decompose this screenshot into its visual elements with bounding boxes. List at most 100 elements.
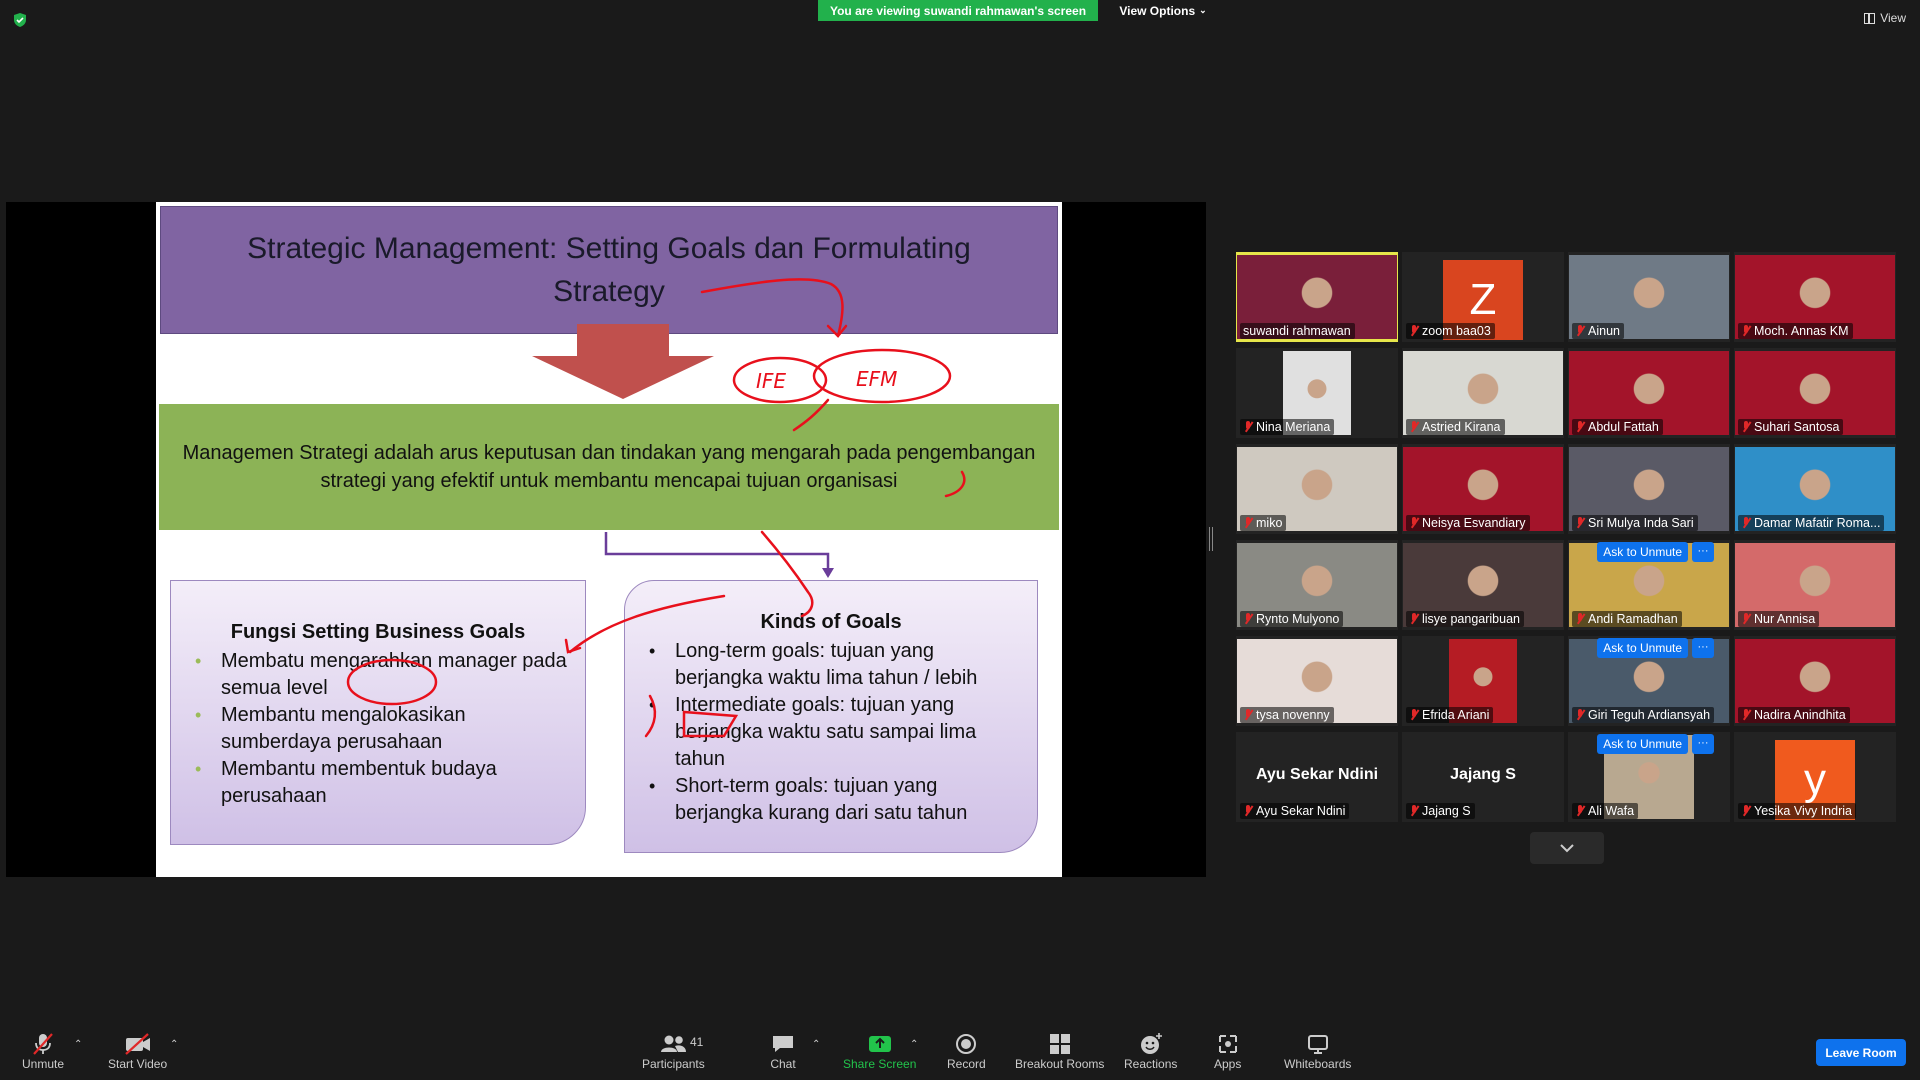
participant-tile[interactable]: y Yesika Vivy Indria	[1734, 732, 1896, 822]
whiteboards-button[interactable]: Whiteboards	[1284, 1031, 1351, 1071]
ask-to-unmute-button[interactable]: Ask to Unmute	[1597, 542, 1688, 562]
audio-options-caret[interactable]: ⌃	[74, 1039, 82, 1050]
mic-muted-icon	[1575, 709, 1585, 721]
participant-tile[interactable]: Ainun	[1568, 252, 1730, 342]
chat-options-caret[interactable]: ⌃	[812, 1039, 820, 1050]
mic-muted-icon	[1243, 613, 1253, 625]
participant-tile[interactable]: Neisya Esvandiary	[1402, 444, 1564, 534]
participant-name: Neisya Esvandiary	[1422, 516, 1526, 530]
participant-name-label: lisye pangaribuan	[1406, 611, 1524, 627]
participant-tile[interactable]: Astried Kirana	[1402, 348, 1564, 438]
more-options-icon[interactable]: ···	[1692, 542, 1714, 562]
breakout-rooms-label: Breakout Rooms	[1015, 1057, 1105, 1071]
participant-name: Rynto Mulyono	[1256, 612, 1340, 626]
participant-tile[interactable]: Abdul Fattah	[1568, 348, 1730, 438]
participant-name: suwandi rahmawan	[1243, 324, 1351, 338]
ask-to-unmute-button[interactable]: Ask to Unmute	[1597, 638, 1688, 658]
participant-name-label: miko	[1240, 515, 1287, 531]
video-options-caret[interactable]: ⌃	[170, 1039, 178, 1050]
breakout-rooms-button[interactable]: Breakout Rooms	[1015, 1031, 1104, 1071]
mic-muted-icon	[1741, 613, 1751, 625]
view-button[interactable]: View	[1864, 11, 1906, 25]
participant-name: Abdul Fattah	[1588, 420, 1659, 434]
mic-muted-icon	[1575, 613, 1585, 625]
more-options-icon[interactable]: ···	[1692, 638, 1714, 658]
mic-muted-icon	[1741, 421, 1751, 433]
record-button[interactable]: Record	[947, 1031, 986, 1071]
video-off-icon	[123, 1031, 153, 1057]
participant-name: zoom baa03	[1422, 324, 1491, 338]
start-video-label: Start Video	[108, 1057, 168, 1071]
participant-name-label: Ayu Sekar Ndini	[1240, 803, 1350, 819]
mic-muted-icon	[1243, 517, 1253, 529]
share-screen-label: Share Screen	[843, 1057, 917, 1071]
participant-name: tysa novenny	[1256, 708, 1330, 722]
goal-functions-list: Membatu mengarahkan manager pada semua l…	[195, 648, 585, 810]
participant-name-label: Abdul Fattah	[1572, 419, 1663, 435]
share-options-caret[interactable]: ⌃	[910, 1039, 918, 1050]
participant-name: Ali Wafa	[1588, 804, 1635, 818]
share-screen-icon	[867, 1031, 893, 1057]
participant-display-name: Jajang S	[1450, 766, 1516, 783]
ask-to-unmute-button[interactable]: Ask to Unmute	[1597, 734, 1688, 754]
participant-tile[interactable]: Ask to Unmute ··· Giri Teguh Ardiansyah	[1568, 636, 1730, 726]
participant-tile[interactable]: Nur Annisa	[1734, 540, 1896, 630]
list-item: Membatu mengarahkan manager pada semua l…	[195, 648, 571, 702]
mic-muted-icon	[1409, 805, 1419, 817]
goal-functions-box: Fungsi Setting Business Goals Membatu me…	[170, 580, 586, 845]
participant-name-label: zoom baa03	[1406, 323, 1495, 339]
participant-name: Ayu Sekar Ndini	[1256, 804, 1346, 818]
kinds-of-goals-heading: Kinds of Goals	[760, 611, 902, 633]
participant-name-label: Suhari Santosa	[1738, 419, 1844, 435]
apps-button[interactable]: Apps	[1214, 1031, 1241, 1071]
participant-name: Ainun	[1588, 324, 1620, 338]
participant-tile[interactable]: Nina Meriana	[1236, 348, 1398, 438]
participant-tile[interactable]: Suhari Santosa	[1734, 348, 1896, 438]
participant-name-label: tysa novenny	[1240, 707, 1334, 723]
share-screen-button[interactable]: Share Screen	[843, 1031, 916, 1071]
participant-tile[interactable]: lisye pangaribuan	[1402, 540, 1564, 630]
mic-muted-icon	[1575, 517, 1585, 529]
participant-tile[interactable]: Damar Mafatir Roma...	[1734, 444, 1896, 534]
mic-muted-icon	[1575, 421, 1585, 433]
participant-tile[interactable]: Rynto Mulyono	[1236, 540, 1398, 630]
unmute-button[interactable]: Unmute	[22, 1031, 64, 1071]
participant-tile[interactable]: miko	[1236, 444, 1398, 534]
participant-tile[interactable]: Sri Mulya Inda Sari	[1568, 444, 1730, 534]
participant-tile[interactable]: suwandi rahmawan	[1236, 252, 1398, 342]
start-video-button[interactable]: Start Video	[108, 1031, 167, 1071]
participant-tile[interactable]: Ask to Unmute ··· Ali Wafa	[1568, 732, 1730, 822]
participant-tile[interactable]: Zzoom baa03	[1402, 252, 1564, 342]
mic-muted-icon	[1741, 325, 1751, 337]
more-options-icon[interactable]: ···	[1692, 734, 1714, 754]
participant-name: Nadira Anindhita	[1754, 708, 1846, 722]
participant-name: Nur Annisa	[1754, 612, 1816, 626]
gallery-scroll-down-button[interactable]	[1530, 832, 1604, 864]
record-icon	[953, 1031, 979, 1057]
chat-button[interactable]: Chat	[770, 1031, 796, 1071]
participant-tile[interactable]: Jajang S Jajang S	[1402, 732, 1564, 822]
participant-name-label: Moch. Annas KM	[1738, 323, 1853, 339]
mic-muted-icon	[1741, 805, 1751, 817]
participant-tile[interactable]: Ayu Sekar Ndini Ayu Sekar Ndini	[1236, 732, 1398, 822]
participant-tile[interactable]: Nadira Anindhita	[1734, 636, 1896, 726]
view-grid-icon	[1864, 12, 1876, 24]
reactions-button[interactable]: Reactions	[1124, 1031, 1177, 1071]
meeting-toolbar: Unmute ⌃ Start Video ⌃ Participants 41 C…	[0, 1027, 1920, 1080]
participant-tile[interactable]: tysa novenny	[1236, 636, 1398, 726]
participant-tile[interactable]: Ask to Unmute ··· Andi Ramadhan	[1568, 540, 1730, 630]
participant-tile[interactable]: Moch. Annas KM	[1734, 252, 1896, 342]
participant-name: Astried Kirana	[1422, 420, 1501, 434]
mic-muted-icon	[1409, 709, 1419, 721]
panel-splitter-handle[interactable]	[1209, 527, 1213, 551]
presentation-slide: Strategic Management: Setting Goals dan …	[156, 202, 1062, 877]
participant-tile[interactable]: Efrida Ariani	[1402, 636, 1564, 726]
view-options-button[interactable]: View Options ⌄	[1108, 0, 1218, 21]
leave-room-button[interactable]: Leave Room	[1816, 1039, 1906, 1066]
mic-muted-icon	[1741, 517, 1751, 529]
security-shield-icon[interactable]	[12, 12, 28, 28]
participant-name: Nina Meriana	[1256, 420, 1331, 434]
record-label: Record	[947, 1057, 986, 1071]
participant-name: Giri Teguh Ardiansyah	[1588, 708, 1711, 722]
participant-name: Suhari Santosa	[1754, 420, 1840, 434]
